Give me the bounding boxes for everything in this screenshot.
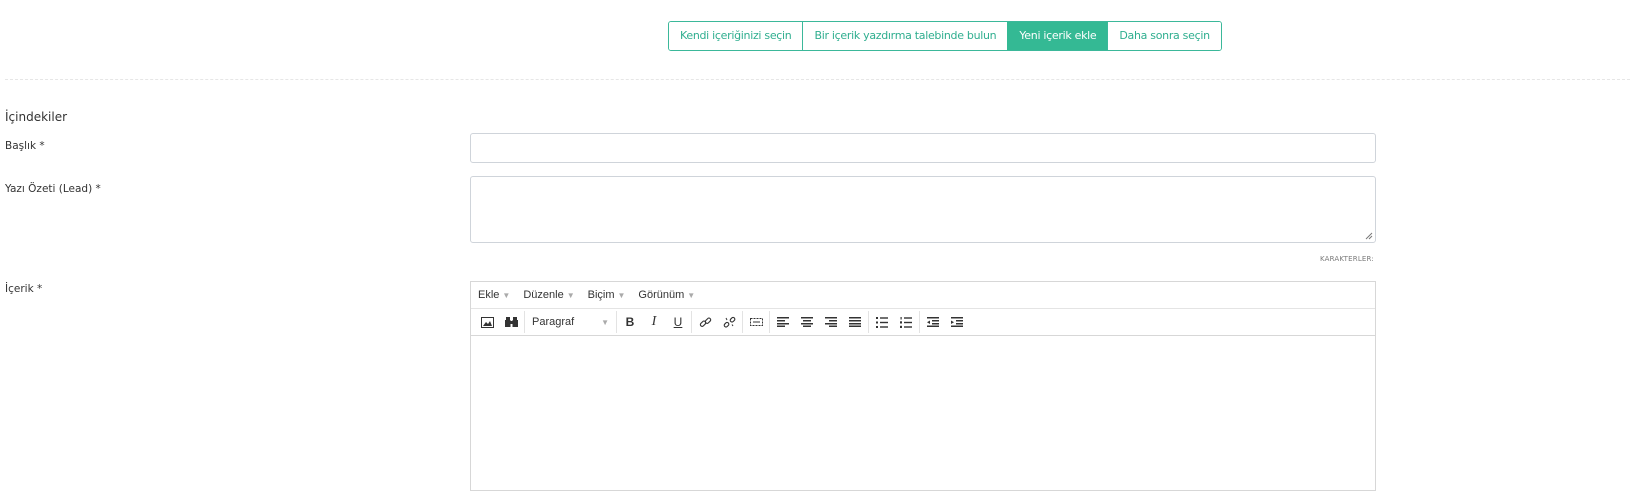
outdent-icon[interactable] [921, 311, 945, 333]
align-center-icon[interactable] [795, 311, 819, 333]
chevron-down-icon: ▼ [566, 291, 575, 300]
tab-choose-own-content[interactable]: Kendi içeriğinizi seçin [669, 22, 803, 50]
align-right-icon[interactable] [819, 311, 843, 333]
toolbar-separator [524, 311, 525, 333]
binoculars-icon[interactable] [499, 311, 523, 333]
chevron-down-icon: ▼ [502, 291, 511, 300]
bold-icon[interactable]: B [618, 311, 642, 333]
numbered-list-icon[interactable] [894, 311, 918, 333]
page-break-icon[interactable] [744, 311, 768, 333]
menu-insert[interactable]: Ekle ▼ [478, 289, 510, 301]
chevron-down-icon: ▼ [687, 291, 696, 300]
menu-edit[interactable]: Düzenle ▼ [523, 289, 574, 301]
indent-icon[interactable] [945, 311, 969, 333]
align-left-icon[interactable] [771, 311, 795, 333]
tab-request-content[interactable]: Bir içerik yazdırma talebinde bulun [802, 22, 1008, 50]
align-justify-icon[interactable] [843, 311, 867, 333]
toolbar-separator [616, 311, 617, 333]
image-icon[interactable] [475, 311, 499, 333]
content-label: İçerik * [5, 283, 43, 295]
unlink-icon[interactable] [717, 311, 741, 333]
toolbar-separator [769, 311, 770, 333]
lead-textarea[interactable] [470, 176, 1376, 243]
tab-choose-later[interactable]: Daha sonra seçin [1107, 22, 1221, 50]
content-source-tabs: Kendi içeriğinizi seçin Bir içerik yazdı… [668, 21, 1222, 51]
chevron-down-icon: ▼ [601, 317, 609, 327]
editor-toolbar: Paragraf ▼ B I U [471, 309, 1375, 336]
chevron-down-icon: ▼ [617, 291, 626, 300]
character-counter: KARAKTERLER: [1320, 255, 1374, 263]
section-title: İçindekiler [5, 110, 68, 124]
menu-format[interactable]: Biçim ▼ [588, 289, 626, 301]
toolbar-separator [919, 311, 920, 333]
rich-text-editor: Ekle ▼ Düzenle ▼ Biçim ▼ Görünüm ▼ Paragraf ▼… [470, 281, 1376, 491]
link-icon[interactable] [693, 311, 717, 333]
tab-add-new-content[interactable]: Yeni içerik ekle [1007, 22, 1108, 50]
editor-content-area[interactable] [471, 336, 1375, 486]
title-label: Başlık * [5, 140, 45, 152]
menu-view[interactable]: Görünüm ▼ [638, 289, 695, 301]
title-input[interactable] [470, 133, 1376, 163]
lead-label: Yazı Özeti (Lead) * [5, 183, 101, 195]
paragraph-format-select[interactable]: Paragraf ▼ [526, 311, 615, 333]
underline-icon[interactable]: U [666, 311, 690, 333]
resize-handle-icon[interactable] [1365, 232, 1373, 240]
toolbar-separator [742, 311, 743, 333]
toolbar-separator [868, 311, 869, 333]
bullet-list-icon[interactable] [870, 311, 894, 333]
editor-menubar: Ekle ▼ Düzenle ▼ Biçim ▼ Görünüm ▼ [471, 282, 1375, 309]
italic-icon[interactable]: I [642, 311, 666, 333]
toolbar-separator [691, 311, 692, 333]
section-divider [5, 79, 1630, 80]
